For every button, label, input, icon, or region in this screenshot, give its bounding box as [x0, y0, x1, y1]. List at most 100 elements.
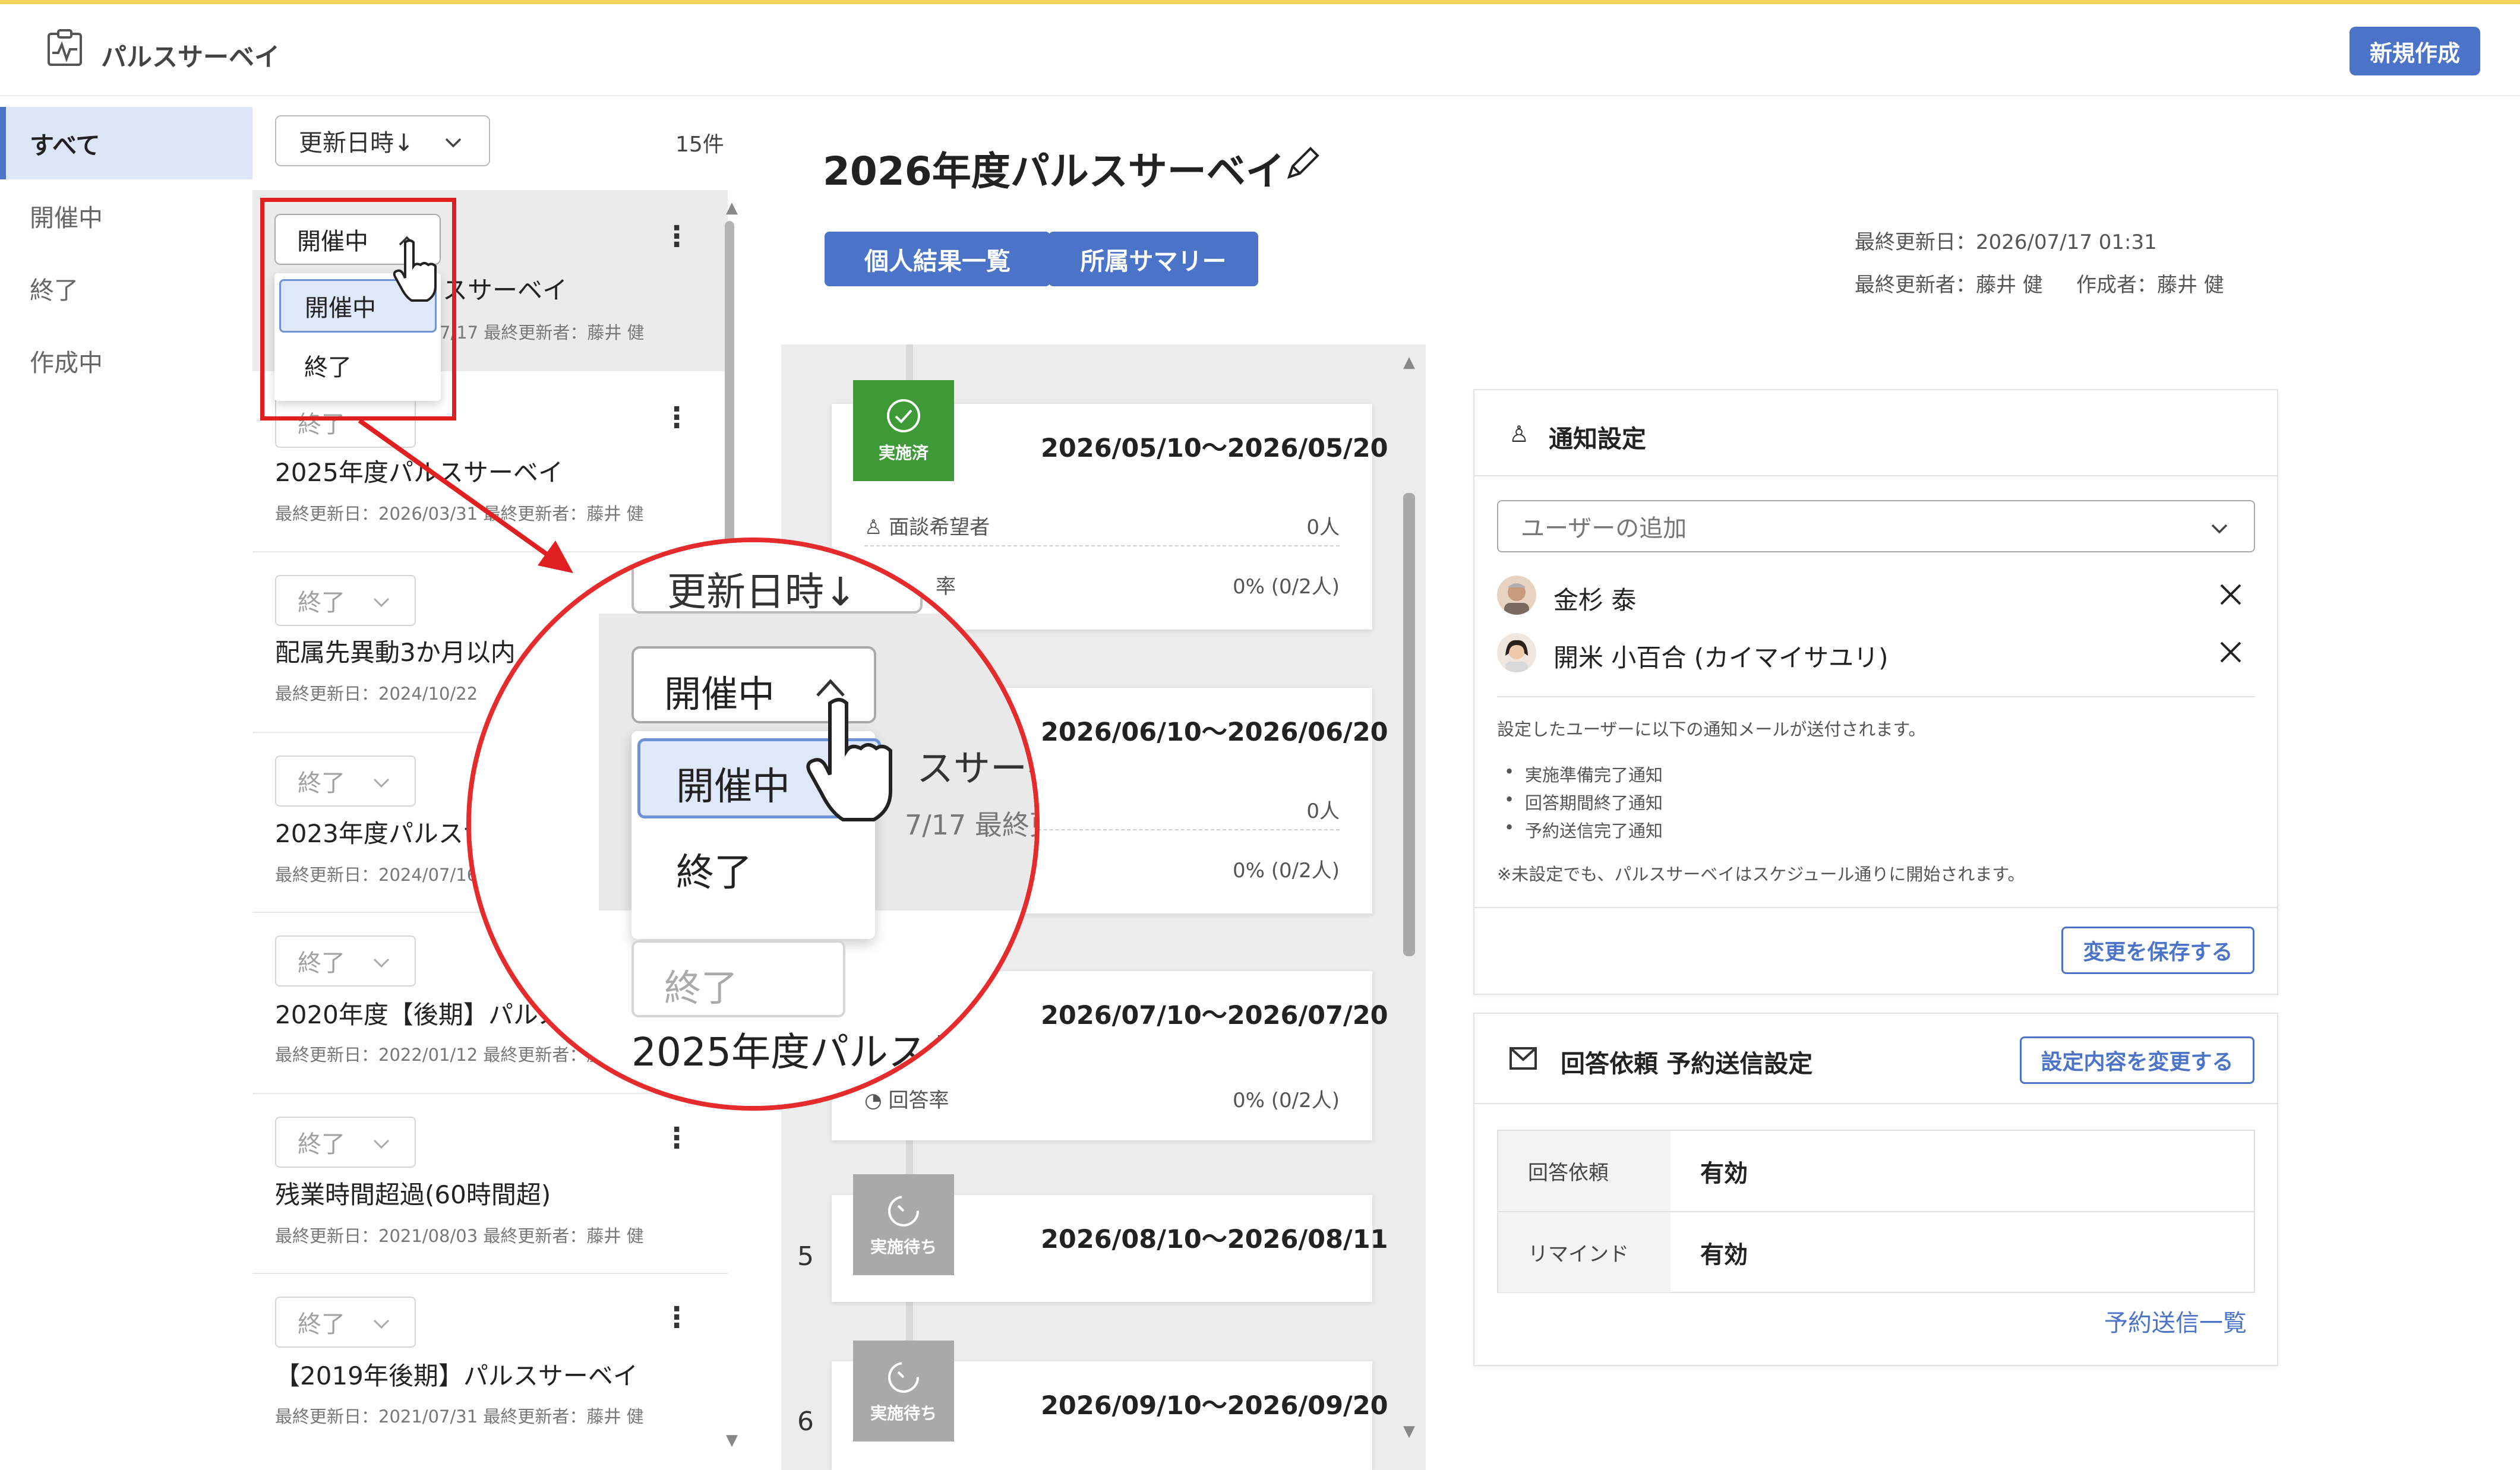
item-title: 残業時間超過(60時間超): [275, 1180, 551, 1209]
change-settings-button[interactable]: 設定内容を変更する: [2020, 1036, 2254, 1084]
more-icon[interactable]: ⋮: [662, 401, 691, 434]
panel-title: 通知設定: [1549, 425, 1646, 453]
status-current: 開催中: [664, 672, 775, 716]
notify-note: 設定したユーザーに以下の通知メールが送付されます。: [1497, 719, 1926, 739]
highlight-box: [260, 198, 456, 421]
user-add-dropdown[interactable]: ユーザーの追加: [1497, 500, 2255, 552]
created-by: 作成者：藤井 健: [2076, 273, 2224, 297]
notify-footnote: ※未設定でも、パルスサーベイはスケジュール通りに開始されます。: [1497, 864, 2025, 884]
interview-value: 0人: [1306, 516, 1340, 539]
period-date: 2026/09/10〜2026/09/20: [1041, 1391, 1388, 1421]
close-icon[interactable]: [2215, 637, 2246, 668]
timer-icon: [888, 1196, 919, 1226]
survey-title: 2026年度パルスサーベイ: [823, 148, 1285, 194]
scheduled-send-list-link[interactable]: 予約送信一覧: [2104, 1304, 2247, 1338]
status-select[interactable]: 終了: [275, 755, 416, 807]
row-value: 有効: [1700, 1241, 1748, 1269]
edit-pencil-icon[interactable]: [1282, 143, 1324, 184]
item-meta: 最終更新日：2021/07/31 最終更新者：藤井 健: [275, 1406, 644, 1427]
status-select[interactable]: 終了: [275, 575, 416, 626]
pointer-hand-icon: [806, 698, 892, 821]
chevron-down-icon: [373, 958, 390, 968]
new-survey-button[interactable]: 新規作成: [2350, 27, 2480, 75]
option-label: 開催中: [676, 765, 790, 809]
check-circle-icon: [887, 399, 920, 432]
chevron-down-icon: [373, 778, 390, 788]
status-select[interactable]: [631, 940, 845, 1017]
pulse-logo-icon: [48, 29, 82, 66]
notify-bullet: 予約送信完了通知: [1504, 817, 1663, 842]
row-key: 回答依頼: [1498, 1131, 1670, 1211]
table-row: リマインド 有効: [1498, 1212, 2254, 1292]
divider: [1474, 1103, 2277, 1104]
app-header: パルスサーベイ 新規作成: [0, 4, 2520, 96]
option-label: 終了: [676, 851, 752, 895]
close-icon[interactable]: [2215, 579, 2246, 610]
sort-dropdown[interactable]: 更新日時↓: [275, 115, 490, 166]
avatar: [1497, 576, 1536, 615]
period-date: 2026/07/10〜2026/07/20: [1041, 1001, 1388, 1030]
chevron-down-icon: [2211, 524, 2228, 534]
more-icon[interactable]: ⋮: [662, 1301, 691, 1334]
magnifier-callout: 更新日時↓ 開催中 スサーベ 7/17 最終更 開催中 終了 終了 2025年度…: [466, 538, 1040, 1111]
mail-icon: [1510, 1047, 1537, 1070]
result-count: 15件: [675, 132, 724, 157]
more-icon[interactable]: ⋮: [662, 1121, 691, 1155]
more-icon[interactable]: ⋮: [662, 220, 691, 253]
chevron-down-icon: [373, 598, 390, 608]
individual-results-button[interactable]: 個人結果一覧: [825, 232, 1050, 286]
divider: [1474, 475, 2277, 476]
last-updated: 最終更新日：2026/07/17 01:31: [1855, 230, 2157, 254]
chevron-down-icon: [373, 1139, 390, 1149]
nav-item-draft[interactable]: 作成中: [0, 324, 252, 397]
status-badge: 実施済: [853, 380, 954, 481]
item-meta-fragment: 7/17 最終更新者：藤井 健: [440, 323, 645, 343]
department-summary-button[interactable]: 所属サマリー: [1049, 232, 1258, 286]
chevron-down-icon: [373, 1319, 390, 1329]
top-accent-line: [0, 0, 2520, 4]
scroll-up-icon[interactable]: ▲: [726, 199, 738, 217]
user-name: 金杉 泰: [1553, 586, 1637, 615]
nav-item-all[interactable]: すべて: [0, 107, 252, 179]
timer-icon: [888, 1362, 919, 1393]
scroll-down-icon[interactable]: ▼: [726, 1431, 738, 1449]
interview-row: ♙ 面談希望者 0人: [864, 511, 1340, 546]
app-title: パルスサーベイ: [101, 43, 280, 72]
table-row: 回答依頼 有効: [1498, 1131, 2254, 1211]
panel-title: 回答依頼 予約送信設定: [1561, 1049, 1813, 1078]
item-meta: 最終更新日：2026/03/31 最終更新者：藤井 健: [275, 504, 644, 524]
row-value: 有効: [1700, 1159, 1748, 1187]
list-scrollbar[interactable]: [725, 221, 734, 554]
status-select[interactable]: 終了: [275, 935, 416, 987]
chevron-down-icon: [445, 138, 462, 148]
period-date: 2026/08/10〜2026/08/11: [1041, 1225, 1388, 1254]
period-date: 2026/06/10〜2026/06/20: [1041, 717, 1388, 747]
item-title: 2025年度パルスサーベイ: [275, 458, 563, 487]
updated-by: 最終更新者：藤井 健: [1855, 273, 2043, 297]
next-status: 終了: [664, 966, 738, 1010]
nav-item-active[interactable]: 開催中: [0, 179, 252, 252]
nav-item-ended[interactable]: 終了: [0, 252, 252, 324]
schedule-card[interactable]: 実施待ち 2026/08/10〜2026/08/11: [832, 1174, 1388, 1302]
scroll-down-icon[interactable]: ▼: [1403, 1422, 1415, 1440]
divider: [252, 1273, 728, 1274]
item-title-fragment: スサーベ: [917, 747, 1035, 790]
save-changes-button[interactable]: 変更を保存する: [2061, 927, 2254, 974]
item-meta: 最終更新日：2024/07/16: [275, 865, 478, 885]
step-number: 6: [797, 1406, 814, 1437]
notify-bullet: 実施準備完了通知: [1504, 761, 1663, 786]
status-select[interactable]: 終了: [275, 1297, 416, 1348]
item-meta-fragment: 7/17 最終更: [905, 809, 1035, 841]
person-icon: ♙: [864, 516, 889, 539]
status-filter-nav: すべて 開催中 終了 作成中: [0, 107, 252, 397]
row-key: リマインド: [1498, 1212, 1670, 1292]
avatar: [1497, 633, 1536, 672]
scroll-up-icon[interactable]: ▲: [1403, 353, 1415, 371]
status-select[interactable]: 終了: [275, 1117, 416, 1168]
schedule-card[interactable]: 実施待ち 2026/09/10〜2026/09/20: [832, 1341, 1388, 1470]
schedule-send-panel: 回答依頼 予約送信設定 設定内容を変更する 回答依頼 有効 リマインド 有効 予…: [1473, 1013, 2278, 1366]
item-meta: 最終更新日：2021/08/03 最終更新者：藤井 健: [275, 1226, 644, 1246]
user-row: 開米 小百合 (カイマイサユリ): [1497, 626, 2255, 679]
timeline-scrollbar[interactable]: [1403, 493, 1415, 956]
user-name: 開米 小百合 (カイマイサユリ): [1553, 643, 1889, 672]
